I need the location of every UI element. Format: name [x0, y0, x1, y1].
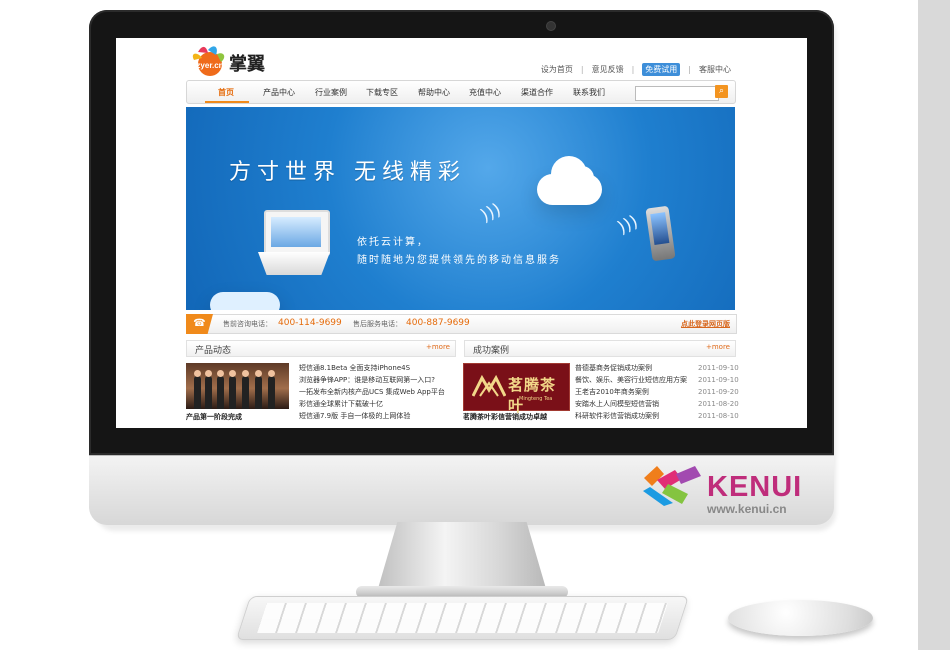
- signal-icon: ))): [614, 211, 642, 239]
- nav-products[interactable]: 产品中心: [263, 87, 295, 98]
- nav-active-indicator: [205, 101, 249, 103]
- top-link-support[interactable]: 客服中心: [699, 64, 731, 75]
- news-item[interactable]: 浏览器争锋APP：谁是移动互联网第一入口?: [299, 374, 445, 386]
- person-figure: [255, 370, 262, 409]
- aftersale-number: 400-887-9699: [406, 318, 470, 328]
- keyboard: [235, 596, 690, 640]
- zyer-logo-icon[interactable]: zyer.cn: [190, 45, 228, 81]
- phone-icon: ☎: [186, 314, 213, 334]
- news-item[interactable]: 一拓发布全新内核产品UCS 集成Web App平台: [299, 386, 445, 398]
- case-image-caption[interactable]: 茗腾茶叶彩信营销成功卓越: [463, 412, 547, 422]
- camera-icon: [547, 22, 555, 30]
- case-item[interactable]: 王老吉2010年商务案例: [575, 386, 687, 398]
- top-link-separator: |: [631, 65, 635, 74]
- person-figure: [205, 370, 212, 409]
- top-links: 设为首页 | 意见反馈 | 免费试用 | 客服中心: [541, 63, 731, 76]
- case-date: 2011-09-20: [698, 388, 739, 396]
- keyboard-keys: [257, 603, 668, 633]
- case-item[interactable]: 安踏水上人间模型短信营销: [575, 398, 687, 410]
- banner-title: 方寸世界 无线精彩: [229, 160, 466, 185]
- case-item[interactable]: 科研软件彩信营销成功案例: [575, 410, 687, 422]
- case-date: 2011-08-10: [698, 412, 739, 420]
- signal-icon: ))): [477, 199, 505, 227]
- cases-list: 普德基商务促销成功案例 餐饮、娱乐、美容行业短信应用方案 王老吉2010年商务案…: [575, 362, 687, 422]
- cloud-decoration: [210, 292, 280, 310]
- presale-label: 售前咨询电话：: [223, 320, 272, 328]
- svg-text:zyer.cn: zyer.cn: [196, 61, 223, 70]
- laptop-icon: [264, 210, 330, 256]
- hotline-bar: ☎ 售前咨询电话： 400-114-9699 售后服务电话： 400-887-9…: [186, 314, 737, 334]
- laptop-screen: [271, 217, 321, 247]
- cloud-icon: [537, 156, 602, 205]
- news-panel-title: 产品动态: [195, 346, 232, 356]
- banner-subtitle-line2: 随时随地为您提供领先的移动信息服务: [357, 255, 561, 266]
- person-figure: [229, 370, 236, 409]
- monitor-stand: [377, 522, 547, 592]
- kenui-logo-icon: [643, 466, 701, 506]
- nav-home[interactable]: 首页: [218, 87, 234, 98]
- laptop-base: [258, 252, 330, 275]
- search-icon: ⌕: [718, 86, 725, 96]
- top-link-separator: |: [580, 65, 584, 74]
- banner-subtitle-line1: 依托云计算，: [357, 237, 429, 248]
- case-logo-text: 茗腾茶叶: [508, 376, 557, 415]
- main-navigation: 首页 产品中心 行业案例 下载专区 帮助中心 充值中心 渠道合作 联系我们 ⌕: [186, 80, 736, 104]
- side-strip: [918, 0, 950, 650]
- nav-cases[interactable]: 行业案例: [315, 87, 347, 98]
- case-logo-subtext: Mingteng Tea: [519, 396, 553, 402]
- person-figure: [268, 370, 275, 409]
- nav-downloads[interactable]: 下载专区: [366, 87, 398, 98]
- product-news-image[interactable]: [186, 363, 289, 409]
- case-date: 2011-09-10: [698, 376, 739, 384]
- nav-recharge[interactable]: 充值中心: [469, 87, 501, 98]
- case-item[interactable]: 普德基商务促销成功案例: [575, 362, 687, 374]
- top-link-feedback[interactable]: 意见反馈: [592, 64, 624, 75]
- person-figure: [217, 370, 224, 409]
- case-dates: 2011-09-10 2011-09-10 2011-09-20 2011-08…: [698, 362, 739, 422]
- person-figure: [242, 370, 249, 409]
- web-login-link[interactable]: 点此登录网页版: [681, 319, 730, 329]
- case-date: 2011-09-10: [698, 364, 739, 372]
- case-image[interactable]: 茗腾茶叶 Mingteng Tea: [463, 363, 570, 415]
- phone-icon: [645, 205, 676, 262]
- nav-help[interactable]: 帮助中心: [418, 87, 450, 98]
- brand-name: KENUI: [707, 471, 803, 503]
- news-list: 短信通8.1Beta 全面支持iPhone4S 浏览器争锋APP：谁是移动互联网…: [299, 362, 445, 422]
- cases-more-link[interactable]: +more: [706, 343, 730, 351]
- news-image-caption[interactable]: 产品第一阶段完成: [186, 412, 242, 422]
- cases-panel-title: 成功案例: [473, 346, 510, 356]
- nav-partners[interactable]: 渠道合作: [521, 87, 553, 98]
- aftersale-label: 售后服务电话：: [353, 320, 402, 328]
- hero-banner[interactable]: 方寸世界 无线精彩 ))) ))) 依托云计算， 随时随地为您提供领先的移动信息…: [186, 107, 735, 310]
- mingteng-mark-icon: [472, 375, 506, 397]
- phone-screen: [650, 212, 670, 245]
- case-item[interactable]: 餐饮、娱乐、美容行业短信应用方案: [575, 374, 687, 386]
- free-trial-button[interactable]: 免费试用: [642, 63, 681, 76]
- cases-panel-header: 成功案例 +more: [464, 340, 736, 357]
- news-item[interactable]: 短信通8.1Beta 全面支持iPhone4S: [299, 362, 445, 374]
- presale-number: 400-114-9699: [278, 318, 342, 328]
- news-item[interactable]: 短信通7.9版 手自一体极的上网体验: [299, 410, 445, 422]
- brand-url: www.kenui.cn: [707, 502, 787, 516]
- search-button[interactable]: ⌕: [715, 85, 728, 98]
- news-panel-header: 产品动态 +more: [186, 340, 456, 357]
- top-link-separator: |: [688, 65, 691, 74]
- website-screen: zyer.cn 掌翼 设为首页 | 意见反馈 | 免费试用 | 客服中心 首页 产品中…: [116, 38, 807, 428]
- case-date: 2011-08-20: [698, 400, 739, 408]
- search-input[interactable]: [635, 86, 719, 101]
- news-item[interactable]: 彩信通全球累计下载破十亿: [299, 398, 445, 410]
- nav-contact[interactable]: 联系我们: [573, 87, 605, 98]
- site-header: zyer.cn 掌翼 设为首页 | 意见反馈 | 免费试用 | 客服中心: [116, 38, 807, 86]
- mouse: [728, 600, 873, 636]
- news-more-link[interactable]: +more: [426, 343, 450, 351]
- top-link-homepage[interactable]: 设为首页: [541, 64, 573, 75]
- person-figure: [194, 370, 201, 409]
- site-logo-text[interactable]: 掌翼: [229, 50, 265, 76]
